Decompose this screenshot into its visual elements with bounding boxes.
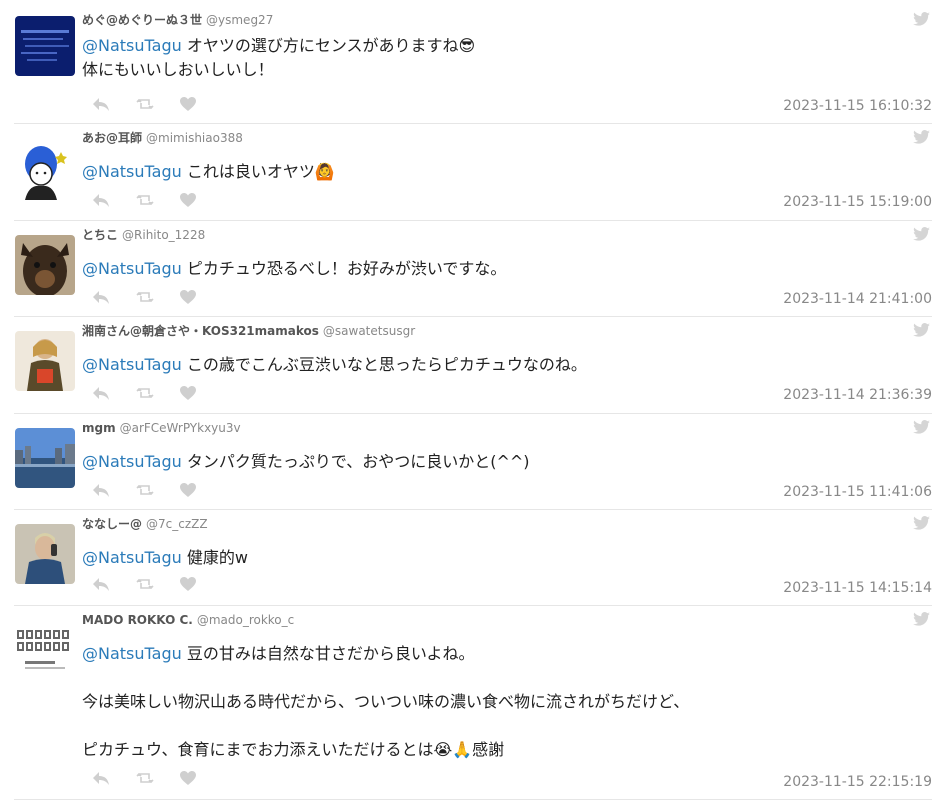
tweet-body: 健康的w [181, 548, 248, 567]
tweet-body: この歳でこんぶ豆渋いなと思ったらピカチュウなのね。 [181, 355, 587, 374]
tweet-item: MADO ROKKO C. @mado_rokko_c @NatsuTagu 豆の… [14, 606, 932, 800]
reply-icon[interactable] [92, 576, 110, 592]
user-handle[interactable]: @ysmeg27 [206, 13, 273, 27]
avatar[interactable] [15, 626, 75, 676]
tweet-text: @NatsuTagu 健康的w [82, 546, 902, 570]
tweet-header: めぐ@めぐりーぬ３世 @ysmeg27 [82, 12, 273, 28]
tweet-header: とちこ @Rihito_1228 [82, 227, 205, 243]
tweet-text: @NatsuTagu ピカチュウ恐るべし！お好みが渋いですな。 [82, 257, 902, 281]
avatar[interactable] [15, 16, 75, 76]
tweet-header: MADO ROKKO C. @mado_rokko_c [82, 612, 294, 628]
mention-link[interactable]: @NatsuTagu [82, 548, 182, 567]
tweet-body: ピカチュウ恐るべし！お好みが渋いですな。 [181, 259, 507, 278]
mention-link[interactable]: @NatsuTagu [82, 452, 182, 471]
timestamp[interactable]: 2023-11-15 14:15:14 [783, 580, 932, 596]
twitter-bird-icon[interactable] [913, 612, 930, 626]
twitter-bird-icon[interactable] [913, 323, 930, 337]
avatar[interactable] [15, 331, 75, 391]
retweet-icon[interactable] [136, 192, 154, 208]
tweet-text: @NatsuTagu この歳でこんぶ豆渋いなと思ったらピカチュウなのね。 [82, 353, 902, 377]
tweet-text: @NatsuTagu 豆の甘みは自然な甘さだから良いよね。 今は美味しい物沢山あ… [82, 642, 902, 762]
twitter-bird-icon[interactable] [913, 227, 930, 241]
twitter-bird-icon[interactable] [913, 12, 930, 26]
user-handle[interactable]: @mado_rokko_c [197, 613, 294, 627]
tweet-text: @NatsuTagu タンパク質たっぷりで、おやつに良いかと(^^) [82, 450, 902, 474]
reply-icon[interactable] [92, 192, 110, 208]
tweet-text: @NatsuTagu オヤツの選び方にセンスがありますね😎 体にもいいしおいしい… [82, 34, 902, 82]
retweet-icon[interactable] [136, 770, 154, 786]
reply-icon[interactable] [92, 385, 110, 401]
tweet-text: @NatsuTagu これは良いオヤツ🙆 [82, 160, 902, 184]
tweet-item: めぐ@めぐりーぬ３世 @ysmeg27 @NatsuTagu オヤツの選び方にセン… [14, 6, 932, 124]
tweet-body: タンパク質たっぷりで、おやつに良いかと(^^) [181, 452, 530, 471]
tweet-item: とちこ @Rihito_1228 @NatsuTagu ピカチュウ恐るべし！お好み… [14, 221, 932, 317]
retweet-icon[interactable] [136, 385, 154, 401]
mention-link[interactable]: @NatsuTagu [82, 36, 182, 55]
reply-icon[interactable] [92, 770, 110, 786]
avatar[interactable] [15, 235, 75, 295]
heart-icon[interactable] [179, 385, 197, 401]
mention-link[interactable]: @NatsuTagu [82, 355, 182, 374]
tweet-header: mgm @arFCeWrPYkxyu3v [82, 420, 241, 436]
user-handle[interactable]: @sawatetsusgr [323, 324, 415, 338]
avatar[interactable] [15, 524, 75, 584]
tweet-header: 湘南さん@朝倉さや・KOS321mamakos @sawatetsusgr [82, 323, 415, 339]
timestamp[interactable]: 2023-11-15 11:41:06 [783, 484, 932, 500]
twitter-bird-icon[interactable] [913, 130, 930, 144]
heart-icon[interactable] [179, 770, 197, 786]
mention-link[interactable]: @NatsuTagu [82, 162, 182, 181]
heart-icon[interactable] [179, 482, 197, 498]
reply-icon[interactable] [92, 96, 110, 112]
retweet-icon[interactable] [136, 576, 154, 592]
twitter-bird-icon[interactable] [913, 420, 930, 434]
timestamp[interactable]: 2023-11-14 21:36:39 [783, 387, 932, 403]
retweet-icon[interactable] [136, 289, 154, 305]
tweet-item: 湘南さん@朝倉さや・KOS321mamakos @sawatetsusgr @Na… [14, 317, 932, 414]
avatar[interactable] [15, 140, 75, 200]
reply-icon[interactable] [92, 289, 110, 305]
retweet-icon[interactable] [136, 96, 154, 112]
tweet-item: あお@耳師 @mimishiao388 @NatsuTagu これは良いオヤツ🙆 … [14, 124, 932, 221]
twitter-bird-icon[interactable] [913, 516, 930, 530]
heart-icon[interactable] [179, 96, 197, 112]
tweet-feed: めぐ@めぐりーぬ３世 @ysmeg27 @NatsuTagu オヤツの選び方にセン… [0, 0, 947, 807]
user-handle[interactable]: @7c_czZZ [146, 517, 208, 531]
tweet-body: これは良いオヤツ🙆 [181, 162, 335, 181]
user-handle[interactable]: @Rihito_1228 [122, 228, 205, 242]
user-handle[interactable]: @arFCeWrPYkxyu3v [120, 421, 241, 435]
heart-icon[interactable] [179, 192, 197, 208]
user-handle[interactable]: @mimishiao388 [146, 131, 243, 145]
tweet-item: mgm @arFCeWrPYkxyu3v @NatsuTagu タンパク質たっぷり… [14, 414, 932, 510]
user-name[interactable]: 湘南さん@朝倉さや・KOS321mamakos [82, 324, 319, 338]
avatar[interactable] [15, 428, 75, 488]
heart-icon[interactable] [179, 289, 197, 305]
retweet-icon[interactable] [136, 482, 154, 498]
timestamp[interactable]: 2023-11-15 16:10:32 [783, 98, 932, 114]
timestamp[interactable]: 2023-11-14 21:41:00 [783, 291, 932, 307]
timestamp[interactable]: 2023-11-15 22:15:19 [783, 774, 932, 790]
user-name[interactable]: MADO ROKKO C. [82, 613, 193, 627]
tweet-item: ななしー@ @7c_czZZ @NatsuTagu 健康的w 2023-11-15… [14, 510, 932, 606]
mention-link[interactable]: @NatsuTagu [82, 259, 182, 278]
timestamp[interactable]: 2023-11-15 15:19:00 [783, 194, 932, 210]
user-name[interactable]: ななしー@ [82, 517, 142, 531]
heart-icon[interactable] [179, 576, 197, 592]
tweet-header: ななしー@ @7c_czZZ [82, 516, 208, 532]
reply-icon[interactable] [92, 482, 110, 498]
user-name[interactable]: mgm [82, 421, 116, 435]
mention-link[interactable]: @NatsuTagu [82, 644, 182, 663]
tweet-header: あお@耳師 @mimishiao388 [82, 130, 243, 146]
user-name[interactable]: あお@耳師 [82, 131, 142, 145]
user-name[interactable]: とちこ [82, 228, 118, 242]
user-name[interactable]: めぐ@めぐりーぬ３世 [82, 13, 202, 27]
